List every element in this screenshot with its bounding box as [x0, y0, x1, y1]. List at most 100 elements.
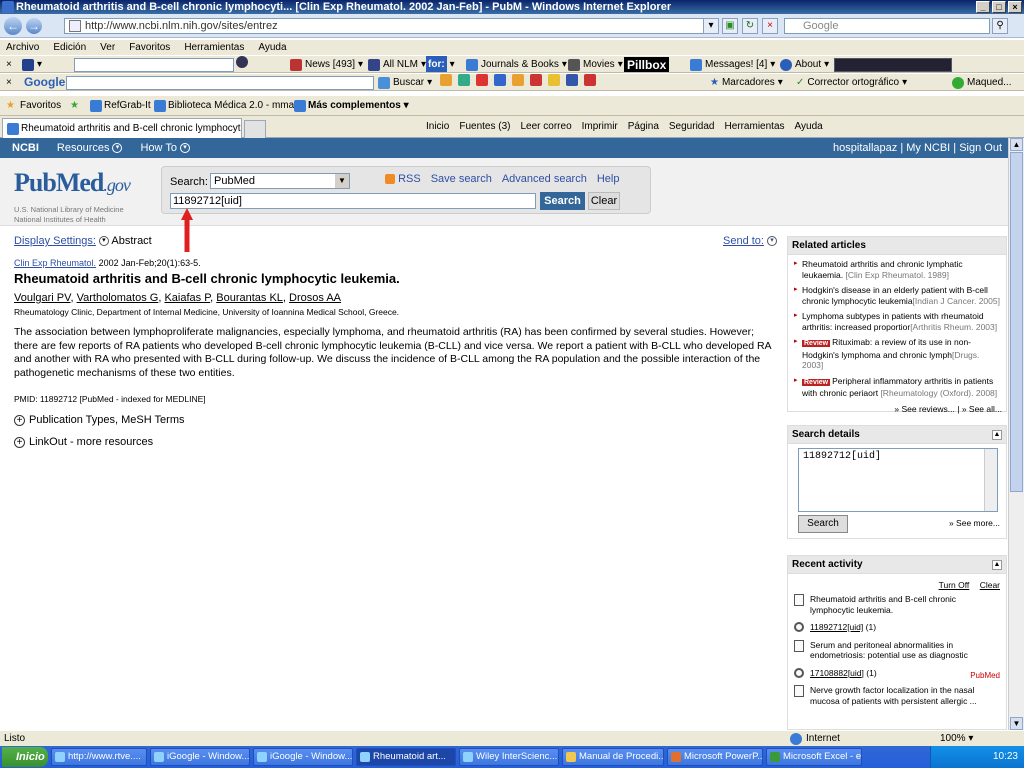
- pubmed-logo[interactable]: PubMed.gov: [14, 168, 131, 198]
- turn-off-link[interactable]: Turn Off: [939, 580, 970, 590]
- tab-active[interactable]: Rheumatoid arthritis and B-cell chronic …: [2, 118, 242, 138]
- send-to-link[interactable]: Send to: ▾: [723, 235, 777, 247]
- compat-view-icon[interactable]: ▣: [722, 18, 738, 34]
- taskbar-item-active[interactable]: Rheumatoid art...: [356, 748, 456, 766]
- new-tab-button[interactable]: [244, 120, 266, 138]
- favorite-mas-complementos[interactable]: Más complementos ▾: [294, 96, 409, 115]
- cmd-seguridad[interactable]: Seguridad: [669, 119, 715, 135]
- author-link[interactable]: Vartholomatos G: [77, 292, 159, 304]
- movies-button[interactable]: Movies ▾: [568, 56, 623, 72]
- search-input[interactable]: 11892712[uid]: [170, 193, 536, 209]
- taskbar-item[interactable]: iGoogle - Window...: [253, 748, 353, 766]
- recent-item[interactable]: 11892712[uid] (1): [794, 622, 1000, 633]
- refresh-icon[interactable]: ↻: [742, 18, 758, 34]
- rss-link[interactable]: RSS: [385, 173, 421, 185]
- close-button[interactable]: ×: [1008, 1, 1022, 13]
- collapse-icon[interactable]: ▲: [992, 560, 1002, 570]
- recent-item[interactable]: Nerve growth factor localization in the …: [794, 685, 1000, 706]
- cmd-imprimir[interactable]: Imprimir: [582, 119, 618, 135]
- menu-favoritos[interactable]: Favoritos: [129, 40, 170, 56]
- maximize-button[interactable]: □: [992, 1, 1006, 13]
- publication-types-expander[interactable]: + Publication Types, MeSH Terms: [14, 414, 185, 426]
- taskbar-item[interactable]: Microsoft Excel - e...: [766, 748, 862, 766]
- related-item[interactable]: Lymphoma subtypes in patients with rheum…: [794, 311, 1002, 332]
- menu-ayuda[interactable]: Ayuda: [258, 40, 286, 56]
- messages-button[interactable]: Messages! [4] ▾: [690, 56, 775, 72]
- google-toolbar-search[interactable]: [66, 76, 374, 90]
- author-link[interactable]: Kaiafas P: [164, 292, 210, 304]
- collapse-icon[interactable]: ▲: [992, 430, 1002, 440]
- taskbar-item[interactable]: Manual de Procedi...: [562, 748, 664, 766]
- author-link[interactable]: Drosos AA: [289, 292, 341, 304]
- see-all-links[interactable]: » See reviews... | » See all...: [788, 404, 1006, 418]
- favorite-biblioteca[interactable]: Biblioteca Médica 2.0 - mma...: [154, 96, 303, 115]
- taskbar-item[interactable]: Microsoft PowerP...: [667, 748, 763, 766]
- back-button[interactable]: ←: [4, 17, 22, 35]
- pillbox-logo[interactable]: Pillbox: [624, 57, 670, 72]
- textarea-scrollbar[interactable]: [984, 449, 997, 511]
- menu-archivo[interactable]: Archivo: [6, 40, 39, 56]
- clear-button[interactable]: Clear: [588, 192, 620, 210]
- cmd-ayuda[interactable]: Ayuda: [795, 119, 823, 135]
- cmd-fuentes[interactable]: Fuentes (3): [459, 119, 510, 135]
- allnlm-button[interactable]: All NLM ▾: [368, 56, 426, 72]
- start-button[interactable]: Inicio: [2, 747, 48, 767]
- cmd-herramientas[interactable]: Herramientas: [724, 119, 784, 135]
- related-item[interactable]: ReviewPeripheral inflammatory arthritis …: [794, 376, 1002, 399]
- help-link[interactable]: Help: [597, 173, 620, 185]
- display-settings[interactable]: Display Settings: ▾ Abstract: [14, 235, 152, 247]
- recent-item[interactable]: Serum and peritoneal abnormalities in en…: [794, 639, 1000, 661]
- stop-icon[interactable]: ×: [762, 18, 778, 34]
- url-field[interactable]: http://www.ncbi.nlm.nih.gov/sites/entrez: [64, 18, 714, 34]
- nlm-logo-icon[interactable]: ▾: [22, 56, 42, 72]
- clock[interactable]: 10:23: [993, 751, 1018, 762]
- taskbar-item[interactable]: Wiley InterScienc...: [459, 748, 559, 766]
- advanced-search-link[interactable]: Advanced search: [502, 173, 587, 185]
- toolbar-icons[interactable]: [440, 74, 596, 86]
- media-player-widget[interactable]: [834, 58, 952, 72]
- menu-ver[interactable]: Ver: [100, 40, 115, 56]
- user-links[interactable]: hospitallapaz | My NCBI | Sign Out: [833, 138, 1002, 158]
- taskbar-item[interactable]: iGoogle - Window...: [150, 748, 250, 766]
- corrector-button[interactable]: ✓ Corrector ortográfico ▾: [796, 74, 907, 90]
- for-icon[interactable]: for: ▾: [426, 56, 455, 72]
- toolbar-close-icon[interactable]: ×: [6, 56, 12, 72]
- minimize-button[interactable]: _: [976, 1, 990, 13]
- related-item[interactable]: Hodgkin's disease in an elderly patient …: [794, 285, 1002, 306]
- clear-recent-link[interactable]: Clear: [980, 580, 1000, 590]
- ncbi-logo[interactable]: NCBI: [12, 138, 39, 158]
- recent-item[interactable]: Rheumatoid arthritis and B-cell chronic …: [794, 594, 1000, 615]
- menu-herramientas[interactable]: Herramientas: [184, 40, 244, 56]
- search-details-button[interactable]: Search: [798, 515, 848, 533]
- favorites-button[interactable]: Favoritos: [20, 96, 61, 115]
- taskbar-item[interactable]: http://www.rtve....: [51, 748, 147, 766]
- add-favorite-icon[interactable]: ★: [70, 96, 79, 115]
- favorites-star-icon[interactable]: ★: [6, 96, 15, 115]
- scroll-down-arrow[interactable]: ▼: [1010, 717, 1023, 730]
- scroll-thumb[interactable]: [1010, 152, 1023, 492]
- zoom-level[interactable]: 100% ▾: [940, 731, 973, 746]
- about-button[interactable]: About ▾: [780, 56, 829, 72]
- url-dropdown-button[interactable]: ▾: [703, 18, 719, 34]
- menu-edicion[interactable]: Edición: [53, 40, 86, 56]
- search-icon[interactable]: ⚲: [992, 18, 1008, 34]
- page-scrollbar[interactable]: ▲ ▼: [1008, 138, 1024, 730]
- toolbar2-close-icon[interactable]: ×: [6, 74, 12, 90]
- related-item[interactable]: Rheumatoid arthritis and chronic lymphat…: [794, 259, 1002, 280]
- see-more-link[interactable]: » See more...: [949, 518, 1000, 528]
- search-button[interactable]: Search: [540, 192, 585, 210]
- linkout-expander[interactable]: + LinkOut - more resources: [14, 436, 153, 448]
- favorite-refgrab[interactable]: RefGrab-It: [90, 96, 151, 115]
- journals-button[interactable]: Journals & Books ▾: [466, 56, 567, 72]
- related-item[interactable]: ReviewRituximab: a review of its use in …: [794, 337, 1002, 371]
- resources-menu[interactable]: Resources ▾: [57, 138, 123, 158]
- save-search-link[interactable]: Save search: [431, 173, 492, 185]
- cmd-pagina[interactable]: Página: [628, 119, 659, 135]
- go-icon[interactable]: [236, 56, 248, 68]
- recent-item[interactable]: 17108882[uid] (1) PubMed: [794, 667, 1000, 680]
- cmd-leer-correo[interactable]: Leer correo: [521, 119, 572, 135]
- howto-menu[interactable]: How To ▾: [140, 138, 190, 158]
- forward-button[interactable]: →: [26, 18, 42, 34]
- news-button[interactable]: News [493] ▾: [290, 56, 363, 72]
- buscar-button[interactable]: Buscar ▾: [378, 74, 432, 90]
